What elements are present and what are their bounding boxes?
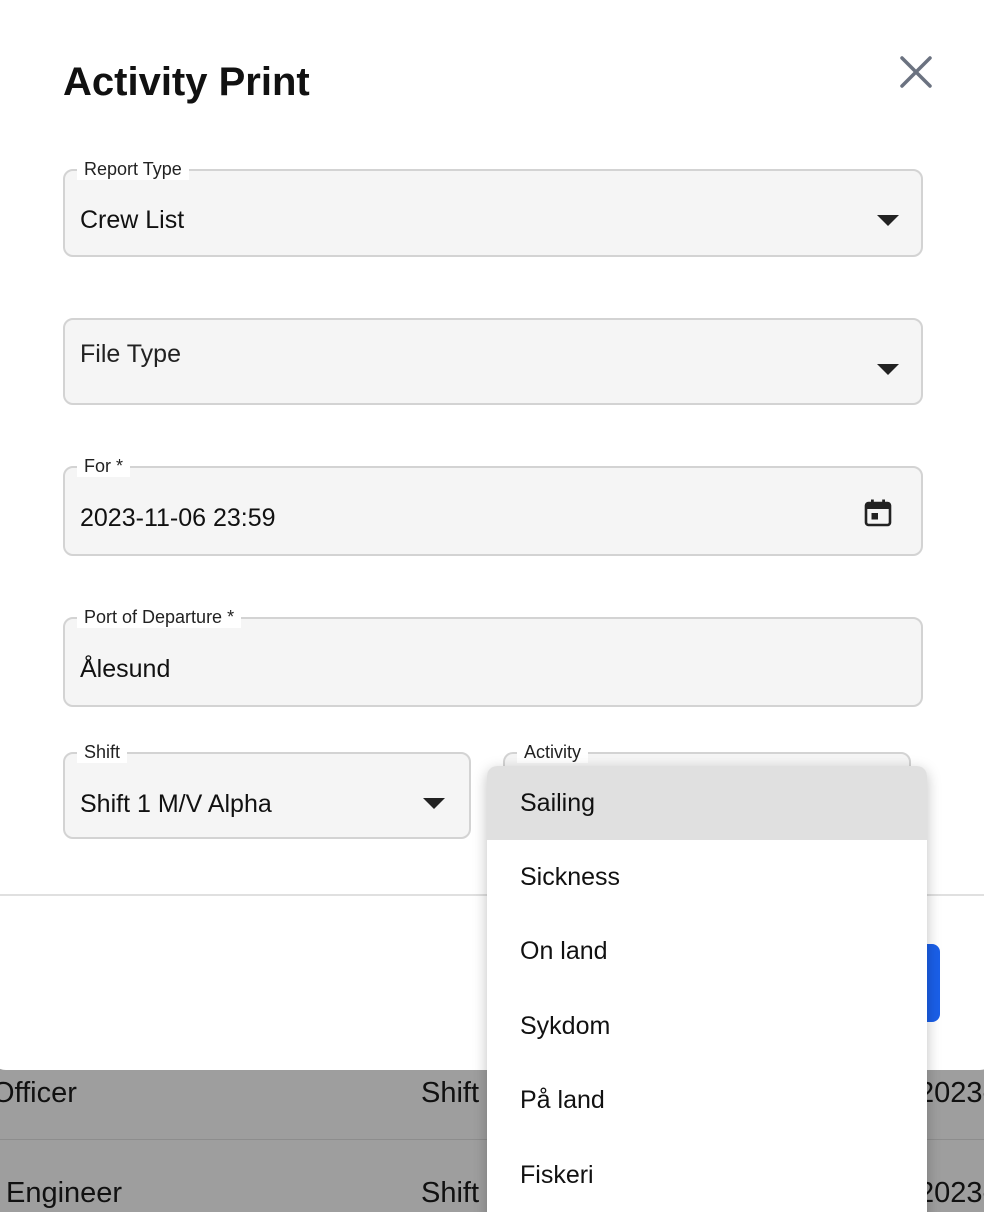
menu-item-sykdom[interactable]: Sykdom <box>487 989 927 1063</box>
table-cell-role: Officer <box>0 1077 77 1109</box>
menu-item-sailing[interactable]: Sailing <box>487 766 927 840</box>
close-button[interactable] <box>894 50 938 94</box>
for-value: 2023-11-06 23:59 <box>80 504 276 532</box>
table-cell-shift: Shift <box>421 1177 480 1209</box>
for-label: For * <box>77 455 131 477</box>
report-type-label: Report Type <box>77 158 189 180</box>
shift-value: Shift 1 M/V Alpha <box>80 790 272 818</box>
activity-label: Activity <box>517 741 589 763</box>
close-icon <box>900 56 932 88</box>
for-datetime-field[interactable]: For * 2023-11-06 23:59 <box>63 455 923 556</box>
menu-item-pa-land[interactable]: På land <box>487 1063 927 1137</box>
table-cell-role: Engineer <box>6 1177 123 1209</box>
file-type-select[interactable]: File Type <box>63 318 923 405</box>
menu-item-fiskeri[interactable]: Fiskeri <box>487 1138 927 1212</box>
port-of-departure-label: Port of Departure * <box>77 606 242 628</box>
caret-down-icon <box>877 215 899 226</box>
shift-select[interactable]: Shift Shift 1 M/V Alpha <box>63 741 471 839</box>
dialog-title: Activity Print <box>63 60 310 104</box>
caret-down-icon <box>423 798 445 809</box>
menu-item-sickness[interactable]: Sickness <box>487 840 927 914</box>
port-of-departure-value: Ålesund <box>80 655 171 683</box>
table-cell-date: 2023- <box>918 1177 984 1209</box>
file-type-placeholder: File Type <box>80 340 181 368</box>
table-cell-date: 2023- <box>918 1077 984 1109</box>
port-of-departure-field[interactable]: Port of Departure * Ålesund <box>63 606 923 707</box>
shift-label: Shift <box>77 741 128 763</box>
table-cell-shift: Shift <box>421 1077 480 1109</box>
caret-down-icon <box>877 364 899 375</box>
activity-dropdown-menu: Sailing Sickness On land Sykdom På land … <box>487 766 927 1212</box>
report-type-value: Crew List <box>80 206 185 234</box>
menu-item-on-land[interactable]: On land <box>487 914 927 988</box>
report-type-select[interactable]: Report Type Crew List <box>63 158 923 257</box>
calendar-icon[interactable] <box>863 498 893 528</box>
